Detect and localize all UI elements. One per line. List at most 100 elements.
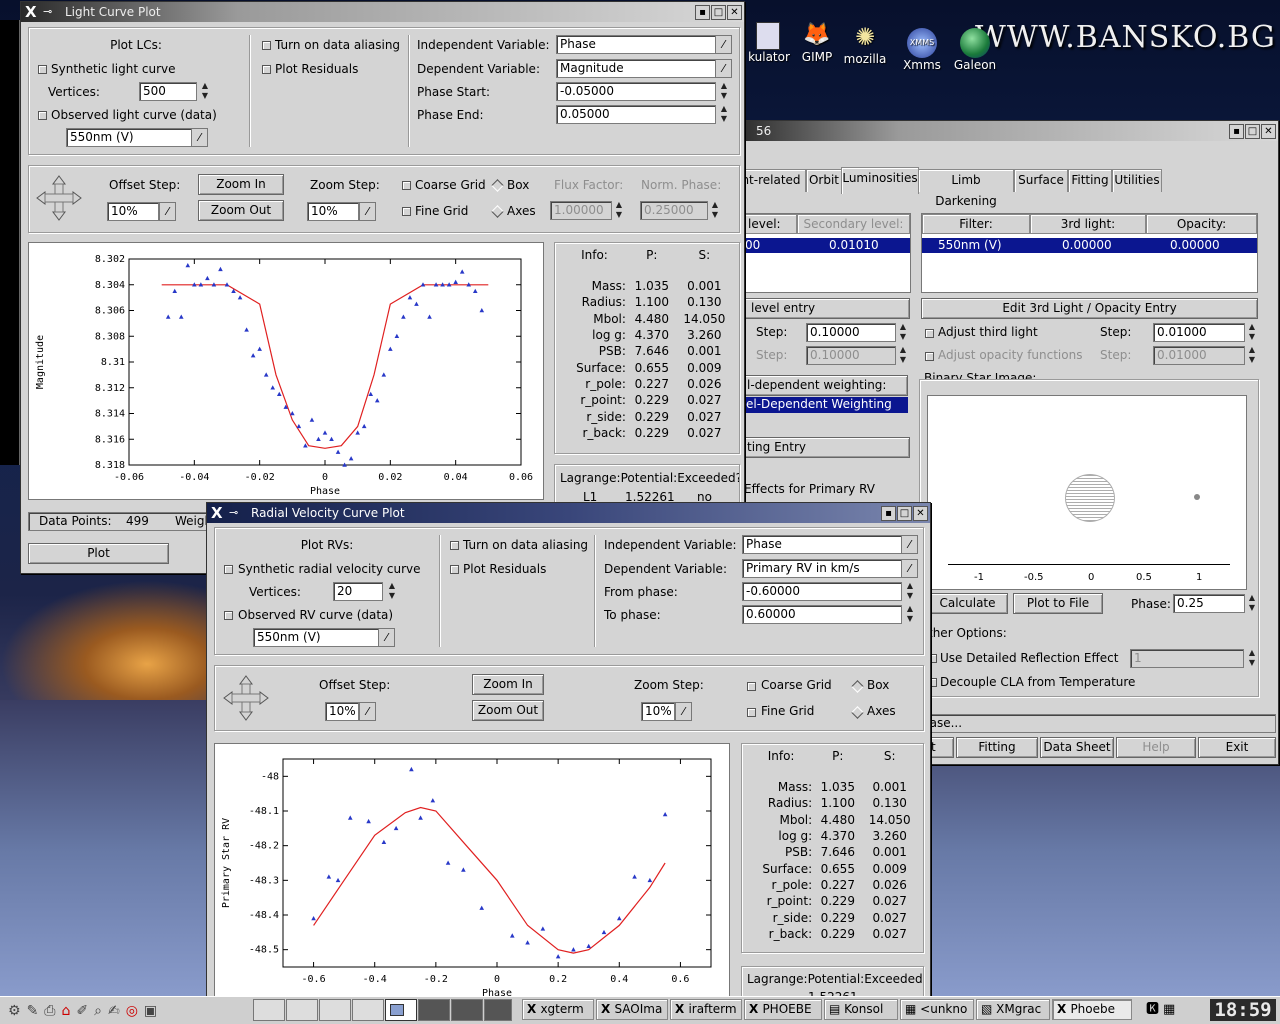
- desktop-icon-xmms[interactable]: XMMS Xmms: [900, 28, 944, 72]
- lc-plot-area[interactable]: -0.06 -0.04 -0.02 0 0.02 0.04 0.06 8.302 8.304 8.…: [28, 242, 544, 500]
- task-xgterm[interactable]: X xgterm: [522, 999, 594, 1020]
- tool-icon[interactable]: ✎: [27, 1003, 45, 1019]
- phase-start-input[interactable]: -0.05000: [556, 82, 716, 101]
- lc-residuals-checkbox[interactable]: [262, 65, 271, 74]
- pager-desktop-2[interactable]: [286, 999, 318, 1021]
- rv-aliasing-checkbox[interactable]: [450, 541, 459, 550]
- maximize-button[interactable]: □: [1245, 124, 1260, 139]
- zoom-step-dropdown[interactable]: ⁄: [675, 702, 692, 721]
- level-entry-button[interactable]: level entry: [736, 298, 910, 319]
- help-button[interactable]: Help: [1116, 737, 1196, 758]
- dep-variable-select[interactable]: Magnitude: [556, 59, 716, 78]
- task-xmgrace[interactable]: ▧ XMgrac: [976, 999, 1050, 1020]
- from-phase-spinner[interactable]: ▲ ▼: [904, 581, 916, 603]
- tab-fitting[interactable]: Fitting: [1068, 169, 1112, 192]
- minimize-button[interactable]: ▪: [881, 506, 896, 521]
- home-icon[interactable]: ⌂: [62, 1003, 77, 1019]
- opacity-step-input[interactable]: 0.01000: [1153, 346, 1245, 365]
- phoebe-main-titlebar[interactable]: 56 ▪ □ ✕: [736, 121, 1278, 141]
- vertices-input[interactable]: 500: [139, 82, 197, 101]
- zoom-in-button[interactable]: Zoom In: [198, 174, 284, 195]
- vertices-input[interactable]: 20: [333, 582, 383, 601]
- coarse-grid-checkbox[interactable]: [747, 682, 756, 691]
- offset-arrow-pad[interactable]: [35, 174, 83, 222]
- indep-variable-select[interactable]: Phase: [742, 535, 902, 554]
- pager-desktop-6[interactable]: [418, 999, 450, 1021]
- close-button[interactable]: ✕: [727, 5, 742, 20]
- terminal-icon[interactable]: ▣: [144, 1003, 163, 1019]
- filter-table[interactable]: Filter: 3rd light: Opacity: 550nm (V) 0.…: [921, 213, 1258, 293]
- offset-step-dropdown[interactable]: ⁄: [159, 202, 176, 221]
- light-curve-window[interactable]: X ⊸ Light Curve Plot ▪ □ ✕ Plot LCs: Syn…: [20, 1, 745, 574]
- wrench-icon[interactable]: ✐: [76, 1003, 94, 1019]
- weighting-selected[interactable]: el-Dependent Weighting: [736, 397, 908, 413]
- help-icon[interactable]: ◎: [126, 1003, 144, 1019]
- adjust-third-light-checkbox[interactable]: [925, 329, 934, 338]
- phase-end-spinner[interactable]: ▲ ▼: [718, 104, 730, 126]
- printer-icon[interactable]: ⎙: [44, 1003, 61, 1019]
- dep-dropdown-button[interactable]: ⁄: [715, 59, 732, 78]
- observed-rv-checkbox[interactable]: [224, 611, 233, 620]
- left-terminal-window[interactable]: [0, 20, 20, 465]
- step-spinner[interactable]: ▲ ▼: [1246, 322, 1258, 344]
- to-phase-input[interactable]: 0.60000: [742, 605, 902, 624]
- kde-icon[interactable]: 🅺: [1146, 1002, 1163, 1017]
- pager-desktop-5[interactable]: [385, 999, 417, 1021]
- adjust-opacity-checkbox[interactable]: [925, 352, 934, 361]
- synthetic-rv-checkbox[interactable]: [224, 565, 233, 574]
- kde-menu-icon[interactable]: ⚙: [8, 1003, 27, 1019]
- reflection-input[interactable]: 1: [1130, 649, 1244, 668]
- offset-step-dropdown[interactable]: ⁄: [359, 702, 376, 721]
- step-input[interactable]: 0.10000: [806, 346, 896, 365]
- filter-dropdown-button[interactable]: ⁄: [378, 628, 395, 647]
- step-spinner[interactable]: ▲ ▼: [897, 322, 909, 344]
- to-phase-spinner[interactable]: ▲ ▼: [904, 604, 916, 626]
- fine-grid-checkbox[interactable]: [402, 207, 411, 216]
- step-spinner[interactable]: ▲ ▼: [1246, 345, 1258, 367]
- desktop-icon-gimp[interactable]: 🦊 GIMP: [797, 20, 837, 64]
- lc-aliasing-checkbox[interactable]: [262, 41, 271, 50]
- phase-start-spinner[interactable]: ▲ ▼: [718, 81, 730, 103]
- phase-end-input[interactable]: 0.05000: [556, 105, 716, 124]
- phase-spinner[interactable]: ▲ ▼: [1246, 593, 1258, 615]
- flux-factor-input[interactable]: 1.00000: [550, 201, 612, 220]
- filter-select[interactable]: 550nm (V): [253, 628, 379, 647]
- dep-dropdown-button[interactable]: ⁄: [901, 559, 918, 578]
- step-spinner[interactable]: ▲ ▼: [897, 345, 909, 367]
- table-row[interactable]: 00 0.01010: [737, 238, 910, 253]
- exit-button[interactable]: Exit: [1198, 737, 1276, 758]
- pager-desktop-8[interactable]: [484, 999, 512, 1021]
- task-phoebe-main[interactable]: X PHOEBE: [744, 999, 822, 1020]
- norm-phase-spinner[interactable]: ▲ ▼: [709, 200, 721, 222]
- task-saoimage[interactable]: X SAOIma: [596, 999, 668, 1020]
- coarse-grid-checkbox[interactable]: [402, 181, 411, 190]
- desktop-icon-calculator[interactable]: kulator: [748, 22, 790, 64]
- from-phase-input[interactable]: -0.60000: [742, 582, 902, 601]
- clock[interactable]: 18:59: [1210, 999, 1276, 1021]
- tab-limb-darkening[interactable]: Limb Darkening: [918, 169, 1014, 208]
- tab-luminosities[interactable]: Luminosities: [841, 167, 919, 194]
- task-unknown[interactable]: ▦ <unkno: [900, 999, 974, 1020]
- filter-dropdown-button[interactable]: ⁄: [191, 128, 208, 147]
- fine-grid-checkbox[interactable]: [747, 708, 756, 717]
- vertices-spinner[interactable]: ▲ ▼: [386, 581, 398, 603]
- data-sheet-button[interactable]: Data Sheet: [1040, 737, 1114, 758]
- minimize-button[interactable]: ▪: [1229, 124, 1244, 139]
- level-table[interactable]: level: Secondary level: 00 0.01010: [736, 213, 911, 293]
- desktop-pager[interactable]: [253, 999, 513, 1021]
- zoom-step-input[interactable]: 10%: [307, 202, 359, 221]
- calculate-button[interactable]: Calculate: [927, 593, 1008, 614]
- light-curve-titlebar[interactable]: X ⊸ Light Curve Plot ▪ □ ✕: [21, 2, 744, 22]
- tab-orbit[interactable]: Orbit: [806, 169, 842, 192]
- edit-icon[interactable]: ✍: [108, 1003, 126, 1019]
- flux-factor-spinner[interactable]: ▲ ▼: [613, 200, 625, 222]
- step-input[interactable]: 0.10000: [806, 323, 896, 342]
- rv-curve-window[interactable]: X ⊸ Radial Velocity Curve Plot ▪ □ ✕ Plo…: [206, 502, 931, 999]
- zoom-out-button[interactable]: Zoom Out: [198, 200, 284, 221]
- third-light-step-input[interactable]: 0.01000: [1153, 323, 1245, 342]
- zoom-step-input[interactable]: 10%: [641, 702, 675, 721]
- pager-desktop-3[interactable]: [319, 999, 351, 1021]
- task-phoebe-active[interactable]: X Phoebe: [1052, 999, 1132, 1020]
- close-button[interactable]: ✕: [913, 506, 928, 521]
- synthetic-lc-checkbox[interactable]: [38, 65, 47, 74]
